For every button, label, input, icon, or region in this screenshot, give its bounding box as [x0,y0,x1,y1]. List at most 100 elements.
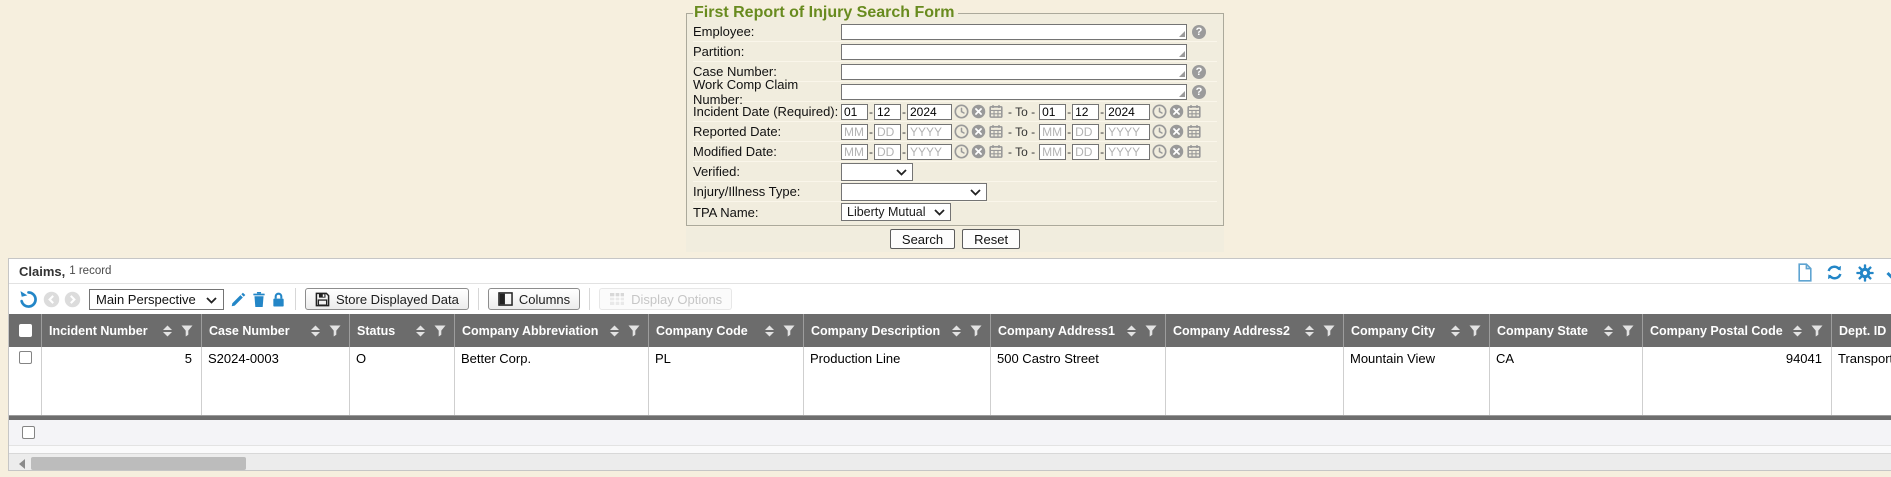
help-icon[interactable]: ? [1192,25,1206,39]
sort-icon[interactable] [415,325,426,337]
reported-from-month-input[interactable] [841,124,868,140]
verified-select[interactable] [841,163,913,181]
calendar-icon[interactable] [1186,124,1202,139]
calendar-icon[interactable] [1186,144,1202,159]
filter-icon[interactable] [1145,325,1157,337]
select-all-checkbox[interactable] [19,324,32,337]
check-icon[interactable] [1886,265,1891,280]
edit-perspective-icon[interactable] [230,291,247,308]
reported-to-month-input[interactable] [1039,124,1066,140]
injury-type-select[interactable] [841,183,987,201]
modified-to-day-input[interactable] [1072,144,1099,160]
clear-date-icon[interactable] [971,144,986,159]
time-picker-icon[interactable] [1152,104,1167,119]
column-header-incident-number[interactable]: Incident Number [42,314,202,347]
sort-icon[interactable] [1603,325,1614,337]
store-displayed-data-button[interactable]: Store Displayed Data [305,288,469,310]
column-header-status[interactable]: Status [350,314,455,347]
clear-date-icon[interactable] [971,124,986,139]
tpa-name-select[interactable]: Liberty Mutual [841,203,951,221]
modified-from-year-input[interactable] [907,144,952,160]
time-picker-icon[interactable] [954,124,969,139]
filter-icon[interactable] [783,325,795,337]
calendar-icon[interactable] [988,144,1004,159]
column-header-company-address1[interactable]: Company Address1 [991,314,1166,347]
clear-date-icon[interactable] [1169,124,1184,139]
delete-perspective-icon[interactable] [251,291,267,308]
column-header-dept-id[interactable]: Dept. ID [1832,314,1891,347]
column-header-company-code[interactable]: Company Code [649,314,804,347]
clear-date-icon[interactable] [1169,144,1184,159]
reload-icon[interactable] [18,289,39,310]
sort-icon[interactable] [162,325,173,337]
clear-date-icon[interactable] [971,104,986,119]
time-picker-icon[interactable] [1152,144,1167,159]
new-document-icon[interactable] [1797,263,1813,282]
employee-input[interactable] [841,24,1187,40]
input-resize-handle[interactable] [1179,31,1185,37]
filter-icon[interactable] [1469,325,1481,337]
filter-icon[interactable] [181,325,193,337]
column-header-company-abbreviation[interactable]: Company Abbreviation [455,314,649,347]
horizontal-scrollbar[interactable] [9,453,1891,471]
calendar-icon[interactable] [988,104,1004,119]
incident-from-day-input[interactable] [874,104,901,120]
case-number-input[interactable] [841,64,1187,80]
filter-icon[interactable] [970,325,982,337]
scroll-left-arrow[interactable] [19,459,25,469]
filter-icon[interactable] [329,325,341,337]
reported-to-year-input[interactable] [1105,124,1150,140]
incident-to-day-input[interactable] [1072,104,1099,120]
sort-icon[interactable] [1126,325,1137,337]
column-header-company-address2[interactable]: Company Address2 [1166,314,1344,347]
sort-icon[interactable] [1304,325,1315,337]
calendar-icon[interactable] [1186,104,1202,119]
filter-icon[interactable] [1622,325,1634,337]
work-comp-input[interactable] [841,84,1187,100]
filter-icon[interactable] [434,325,446,337]
select-all-header-cell[interactable] [9,314,42,347]
time-picker-icon[interactable] [954,144,969,159]
time-picker-icon[interactable] [1152,124,1167,139]
search-button[interactable]: Search [890,229,955,249]
reset-button[interactable]: Reset [962,229,1020,249]
reported-from-day-input[interactable] [874,124,901,140]
input-resize-handle[interactable] [1179,71,1185,77]
modified-from-day-input[interactable] [874,144,901,160]
help-icon[interactable]: ? [1192,65,1206,79]
partition-input[interactable] [841,44,1187,60]
column-header-company-description[interactable]: Company Description [804,314,991,347]
filter-icon[interactable] [1323,325,1335,337]
incident-to-year-input[interactable] [1105,104,1150,120]
time-picker-icon[interactable] [954,104,969,119]
row-checkbox[interactable] [19,351,32,364]
columns-button[interactable]: Columns [488,288,580,310]
perspective-select[interactable]: Main Perspective [89,289,224,310]
lock-perspective-icon[interactable] [271,291,286,308]
reported-to-day-input[interactable] [1072,124,1099,140]
refresh-icon[interactable] [1825,263,1844,282]
sort-icon[interactable] [1792,325,1803,337]
filter-icon[interactable] [628,325,640,337]
input-resize-handle[interactable] [1179,91,1185,97]
modified-to-year-input[interactable] [1105,144,1150,160]
sort-icon[interactable] [609,325,620,337]
column-header-company-postal-code[interactable]: Company Postal Code [1643,314,1832,347]
sort-icon[interactable] [310,325,321,337]
incident-to-month-input[interactable] [1039,104,1066,120]
incident-from-year-input[interactable] [907,104,952,120]
sort-icon[interactable] [1450,325,1461,337]
modified-to-month-input[interactable] [1039,144,1066,160]
modified-from-month-input[interactable] [841,144,868,160]
gear-icon[interactable] [1856,264,1874,282]
column-header-case-number[interactable]: Case Number [202,314,350,347]
calendar-icon[interactable] [988,124,1004,139]
reported-from-year-input[interactable] [907,124,952,140]
filter-icon[interactable] [1811,325,1823,337]
sort-icon[interactable] [764,325,775,337]
scrollbar-thumb[interactable] [31,457,246,470]
sort-icon[interactable] [951,325,962,337]
input-resize-handle[interactable] [1179,51,1185,57]
footer-checkbox[interactable] [22,426,35,439]
column-header-company-city[interactable]: Company City [1344,314,1490,347]
